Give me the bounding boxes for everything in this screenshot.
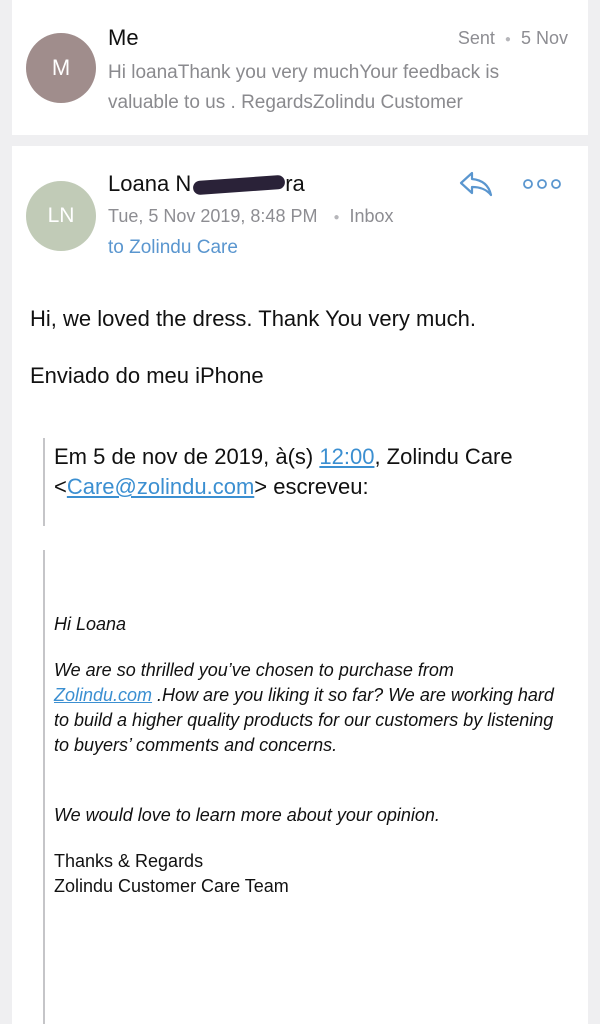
avatar-initials: LN <box>47 204 75 227</box>
more-options-icon[interactable] <box>522 176 562 192</box>
sender-name: Loana Nra <box>108 171 305 197</box>
quoted-team: Zolindu Customer Care Team <box>54 876 289 896</box>
message-date: 5 Nov <box>520 28 568 48</box>
quote-bar <box>43 438 45 526</box>
quoted-paragraph-start: We are so thrilled you’ve chosen to purc… <box>54 660 454 680</box>
folder-label: Inbox <box>349 206 394 226</box>
avatar: M <box>26 33 96 103</box>
quoted-paragraph: We are so thrilled you’ve chosen to purc… <box>54 658 554 758</box>
avatar-initial: M <box>51 55 71 80</box>
sender-name: Me <box>108 25 139 50</box>
site-link[interactable]: Zolindu.com <box>54 685 152 705</box>
sender-first-name: Loana <box>108 171 170 196</box>
email-link[interactable]: Care@zolindu.com <box>67 474 254 499</box>
message-preview: Hi loanaThank you very muchYour feedback… <box>108 62 500 113</box>
separator-dot: ● <box>333 211 340 223</box>
separator-dot: ● <box>504 33 511 45</box>
quote-header: Em 5 de nov de 2019, à(s) 12:00, Zolindu… <box>54 442 554 502</box>
message-meta: Sent ● 5 Nov <box>458 28 568 49</box>
sent-status: Sent <box>457 28 495 48</box>
signature-text: Enviado do meu iPhone <box>30 363 264 388</box>
previous-message-card[interactable]: M Me Sent ● 5 Nov Hi loanaThank you very m… <box>12 0 588 135</box>
recipient-link[interactable]: to Zolindu Care <box>108 237 238 259</box>
quote-bar <box>43 550 45 1024</box>
email-detail-card: LN Loana Nra Tue, 5 Nov 2019, 8:48 PM ● In… <box>12 146 588 1024</box>
avatar: LN <box>26 181 96 251</box>
quoted-greeting: Hi Loana <box>54 614 127 634</box>
sender-last-suffix: ra <box>285 171 305 196</box>
quote-header-prefix: Em 5 de nov de 2019, à(s) <box>54 444 320 469</box>
message-datetime: Tue, 5 Nov 2019, 8:48 PM <box>108 206 318 226</box>
quote-header-suffix: > escreveu: <box>254 474 369 499</box>
message-datetime-line: Tue, 5 Nov 2019, 8:48 PM ● Inbox <box>108 206 394 227</box>
quoted-line: We would love to learn more about your o… <box>54 805 440 825</box>
quoted-signoff: Thanks & Regards <box>54 851 204 871</box>
sender-last-prefix: N <box>175 171 192 196</box>
time-link[interactable]: 12:00 <box>319 444 374 469</box>
redaction-scribble <box>192 174 286 196</box>
reply-icon[interactable] <box>458 170 494 198</box>
body-text: Hi, we loved the dress. Thank You very m… <box>30 306 476 331</box>
